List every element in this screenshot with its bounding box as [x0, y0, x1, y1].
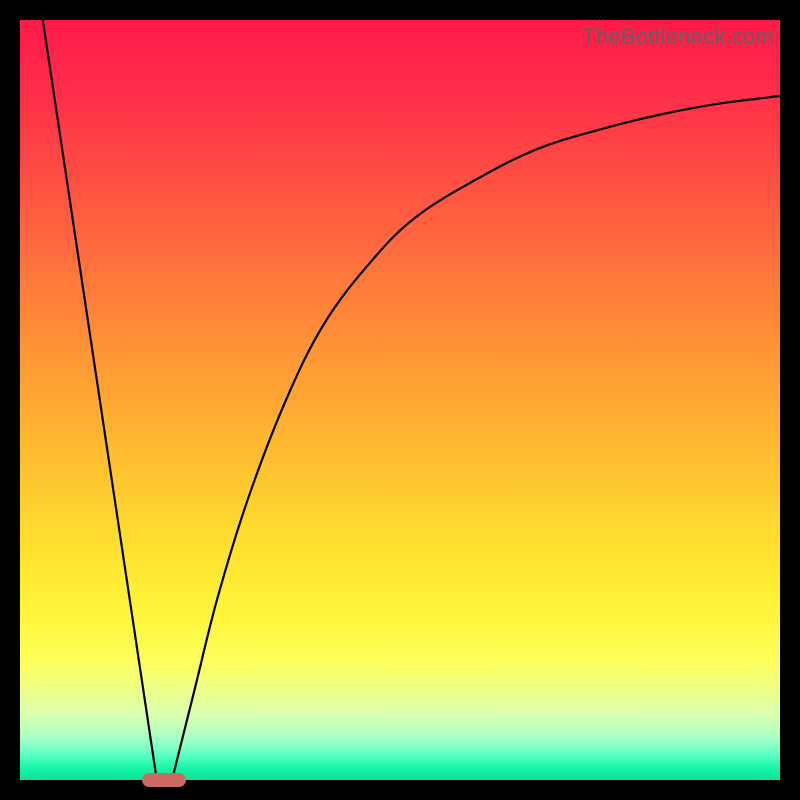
curve-left	[43, 20, 157, 780]
curve-right	[172, 96, 780, 780]
plot-area: TheBottleneck.com	[20, 20, 780, 780]
bottleneck-curve	[20, 20, 780, 780]
optimum-marker	[142, 773, 186, 787]
chart-frame: TheBottleneck.com	[20, 20, 780, 780]
